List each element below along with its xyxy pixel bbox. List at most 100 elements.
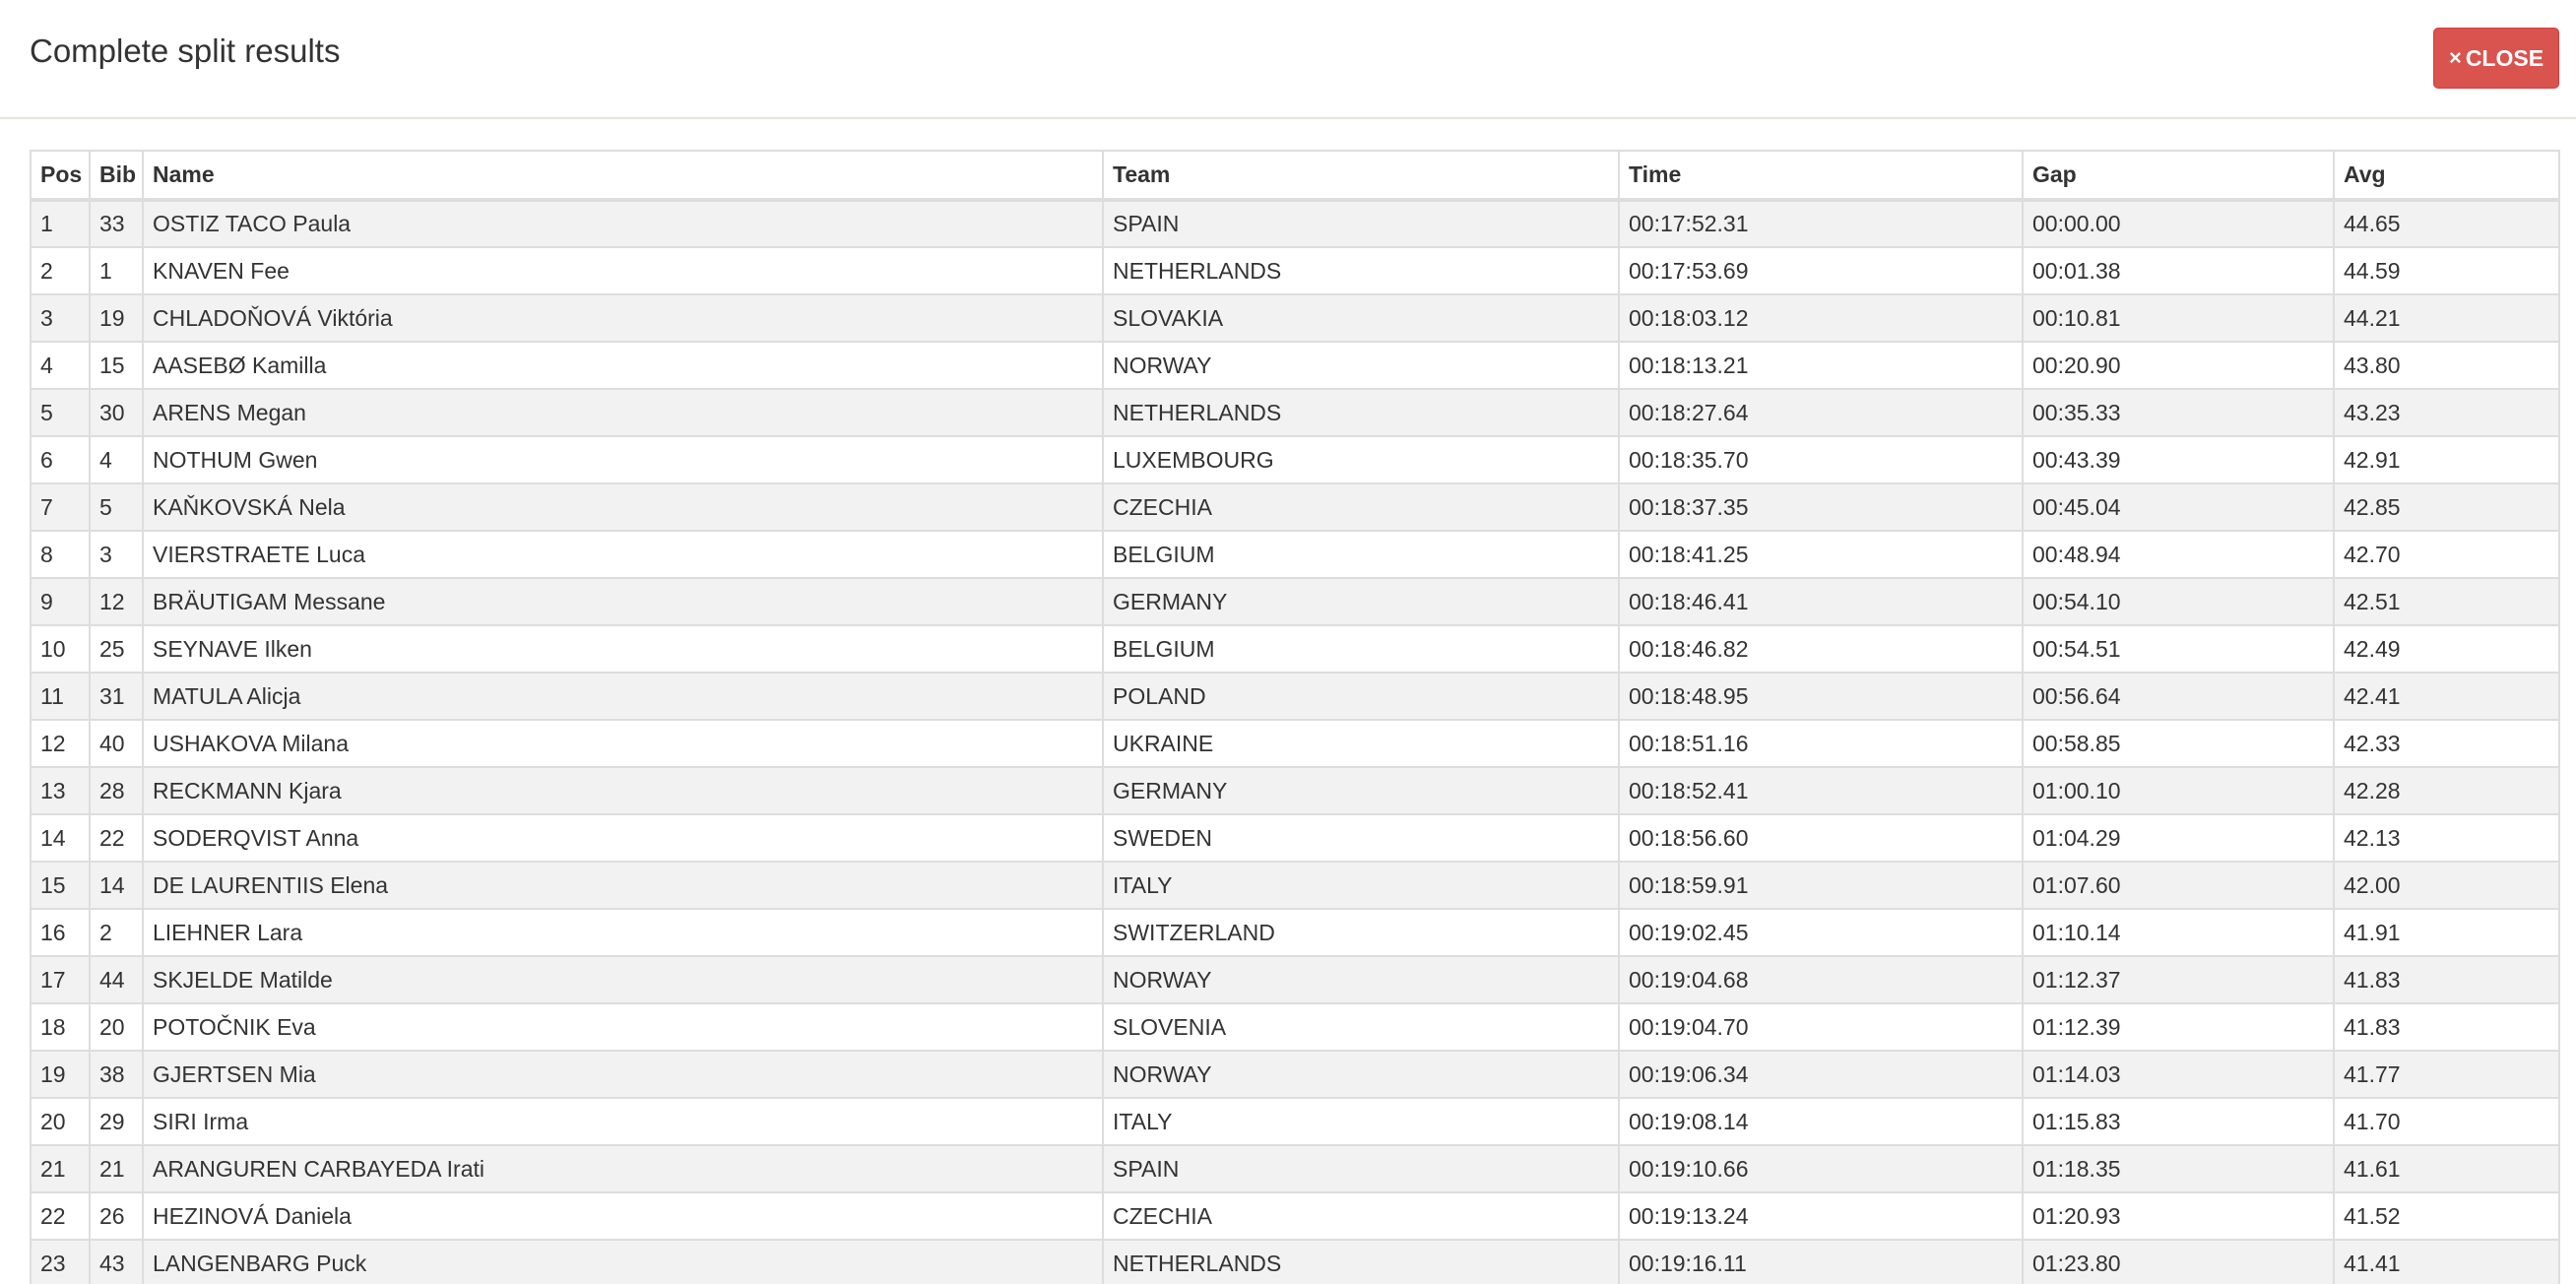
cell-bib: 25: [89, 624, 144, 674]
cell-pos: 1: [30, 199, 91, 248]
table-row: 20 29 SIRI Irma ITALY 00:19:08.14 01:15.83 41.…: [30, 1097, 2560, 1146]
cell-gap: 01:15.83: [2022, 1097, 2335, 1146]
cell-pos: 7: [30, 482, 91, 532]
table-row: 13 28 RECKMANN Kjara GERMANY 00:18:52.41 01:0…: [30, 766, 2560, 815]
table-row: 3 19 CHLADOŇOVÁ Viktória SLOVAKIA 00:18:03.1…: [30, 293, 2560, 343]
header-avg[interactable]: Avg: [2333, 150, 2560, 202]
modal-title: Complete split results: [30, 32, 341, 69]
table-row: 7 5 KAŇKOVSKÁ Nela CZECHIA 00:18:37.35 00:45.…: [30, 482, 2560, 532]
cell-gap: 01:07.60: [2022, 861, 2335, 910]
table-row: 10 25 SEYNAVE Ilken BELGIUM 00:18:46.82 00:54…: [30, 624, 2560, 674]
cell-bib: 1: [89, 246, 144, 295]
cell-name: USHAKOVA Milana: [142, 719, 1104, 768]
header-pos[interactable]: Pos: [30, 150, 91, 202]
cell-time: 00:18:35.70: [1618, 435, 2024, 484]
cell-time: 00:17:53.69: [1618, 246, 2024, 295]
cell-avg: 42.28: [2333, 766, 2560, 815]
cell-gap: 00:58.85: [2022, 719, 2335, 768]
cell-avg: 42.49: [2333, 624, 2560, 674]
cell-pos: 12: [30, 719, 91, 768]
cell-team: BELGIUM: [1102, 530, 1620, 579]
cell-bib: 21: [89, 1144, 144, 1193]
cell-name: BRÄUTIGAM Messane: [142, 577, 1104, 626]
cell-avg: 42.70: [2333, 530, 2560, 579]
cell-name: AASEBØ Kamilla: [142, 341, 1104, 390]
table-row: 4 15 AASEBØ Kamilla NORWAY 00:18:13.21 00:20.…: [30, 341, 2560, 390]
cell-avg: 42.33: [2333, 719, 2560, 768]
cell-name: SIRI Irma: [142, 1097, 1104, 1146]
cell-pos: 14: [30, 813, 91, 863]
cell-gap: 01:10.14: [2022, 908, 2335, 957]
cell-team: GERMANY: [1102, 577, 1620, 626]
close-button[interactable]: × CLOSE: [2433, 28, 2559, 89]
cell-name: SEYNAVE Ilken: [142, 624, 1104, 674]
cell-bib: 40: [89, 719, 144, 768]
cell-time: 00:19:16.11: [1618, 1239, 2024, 1284]
close-button-label: CLOSE: [2465, 44, 2544, 71]
cell-team: NETHERLANDS: [1102, 1239, 1620, 1284]
header-time[interactable]: Time: [1618, 150, 2024, 202]
cell-bib: 5: [89, 482, 144, 532]
results-table-head: Pos Bib Name Team Time Gap Avg: [30, 150, 2560, 202]
cell-pos: 18: [30, 1002, 91, 1052]
table-row: 23 43 LANGENBARG Puck NETHERLANDS 00:19:16.1…: [30, 1239, 2560, 1284]
cell-bib: 22: [89, 813, 144, 863]
cell-avg: 41.61: [2333, 1144, 2560, 1193]
cell-bib: 38: [89, 1050, 144, 1099]
cell-gap: 01:00.10: [2022, 766, 2335, 815]
cell-time: 00:18:46.41: [1618, 577, 2024, 626]
cell-team: LUXEMBOURG: [1102, 435, 1620, 484]
split-results-modal: Complete split results × CLOSE Pos Bib N…: [0, 0, 2576, 1284]
cell-team: SLOVENIA: [1102, 1002, 1620, 1052]
header-bib[interactable]: Bib: [89, 150, 144, 202]
cell-time: 00:18:37.35: [1618, 482, 2024, 532]
cell-bib: 28: [89, 766, 144, 815]
cell-pos: 8: [30, 530, 91, 579]
cell-avg: 43.80: [2333, 341, 2560, 390]
cell-time: 00:18:56.60: [1618, 813, 2024, 863]
cell-bib: 12: [89, 577, 144, 626]
cell-gap: 01:20.93: [2022, 1191, 2335, 1241]
table-row: 17 44 SKJELDE Matilde NORWAY 00:19:04.68 01:1…: [30, 955, 2560, 1004]
cell-bib: 3: [89, 530, 144, 579]
header-team[interactable]: Team: [1102, 150, 1620, 202]
header-name[interactable]: Name: [142, 150, 1104, 202]
cell-bib: 26: [89, 1191, 144, 1241]
cell-gap: 01:14.03: [2022, 1050, 2335, 1099]
table-row: 16 2 LIEHNER Lara SWITZERLAND 00:19:02.45 01:…: [30, 908, 2560, 957]
results-table: Pos Bib Name Team Time Gap Avg 1 33 OSTIZ …: [30, 150, 2560, 1284]
cell-name: HEZINOVÁ Daniela: [142, 1191, 1104, 1241]
table-row: 2 1 KNAVEN Fee NETHERLANDS 00:17:53.69 00:01.…: [30, 246, 2560, 295]
cell-bib: 14: [89, 861, 144, 910]
cell-avg: 41.70: [2333, 1097, 2560, 1146]
cell-time: 00:19:10.66: [1618, 1144, 2024, 1193]
cell-time: 00:18:48.95: [1618, 672, 2024, 721]
cell-time: 00:17:52.31: [1618, 199, 2024, 248]
cell-avg: 41.77: [2333, 1050, 2560, 1099]
modal-header: Complete split results × CLOSE: [0, 0, 2576, 119]
cell-gap: 00:10.81: [2022, 293, 2335, 343]
cell-time: 00:19:13.24: [1618, 1191, 2024, 1241]
header-gap[interactable]: Gap: [2022, 150, 2335, 202]
cell-team: NORWAY: [1102, 341, 1620, 390]
cell-pos: 17: [30, 955, 91, 1004]
cell-pos: 3: [30, 293, 91, 343]
cell-team: SWITZERLAND: [1102, 908, 1620, 957]
cell-name: ARENS Megan: [142, 388, 1104, 437]
cell-gap: 00:48.94: [2022, 530, 2335, 579]
cell-time: 00:18:52.41: [1618, 766, 2024, 815]
cell-team: SWEDEN: [1102, 813, 1620, 863]
cell-pos: 15: [30, 861, 91, 910]
table-row: 9 12 BRÄUTIGAM Messane GERMANY 00:18:46.41 00…: [30, 577, 2560, 626]
cell-gap: 00:20.90: [2022, 341, 2335, 390]
cell-gap: 01:12.37: [2022, 955, 2335, 1004]
cell-avg: 41.91: [2333, 908, 2560, 957]
cell-time: 00:19:08.14: [1618, 1097, 2024, 1146]
cell-pos: 16: [30, 908, 91, 957]
cell-team: GERMANY: [1102, 766, 1620, 815]
cell-bib: 43: [89, 1239, 144, 1284]
cell-bib: 2: [89, 908, 144, 957]
cell-name: GJERTSEN Mia: [142, 1050, 1104, 1099]
cell-avg: 42.91: [2333, 435, 2560, 484]
cell-avg: 41.83: [2333, 955, 2560, 1004]
